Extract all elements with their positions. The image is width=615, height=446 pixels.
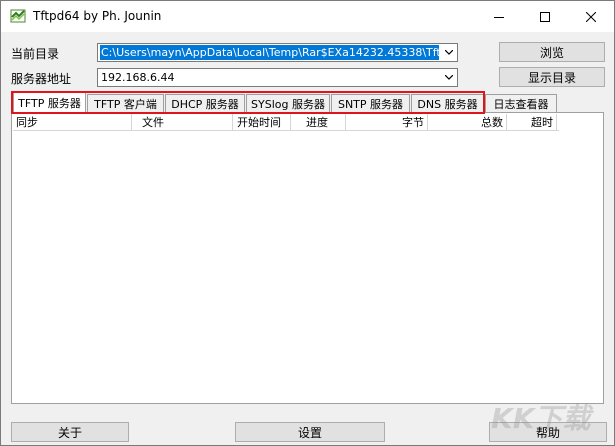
transfer-list[interactable]: 同步 文件 开始时间 进度 字节 总数 超时 [11,112,604,404]
current-dir-value: C:\Users\mayn\AppData\Local\Temp\Rar$EXa… [100,45,439,60]
column-header-start-time[interactable]: 开始时间 [233,114,291,131]
column-header-timeout[interactable]: 超时 [507,114,557,131]
list-header: 同步 文件 开始时间 进度 字节 总数 超时 [13,114,559,131]
close-button[interactable] [568,1,614,32]
dropdown-arrow-icon[interactable] [441,45,456,60]
help-button[interactable]: 帮助 [489,422,607,442]
tab-tftp-server[interactable]: TFTP 服务器 [13,91,86,113]
browse-button[interactable]: 浏览 [499,42,605,62]
maximize-button[interactable] [522,1,568,32]
show-dir-button[interactable]: 显示目录 [499,67,605,87]
app-icon [10,9,26,23]
window-title: Tftpd64 by Ph. Jounin [33,9,162,23]
about-button[interactable]: 关于 [11,422,129,442]
settings-button[interactable]: 设置 [235,422,385,442]
title-bar[interactable]: Tftpd64 by Ph. Jounin [1,1,614,32]
server-addr-value: 192.168.6.44 [101,71,175,84]
maximize-icon [540,11,550,22]
tab-log-viewer[interactable]: 日志查看器 [485,94,557,112]
tab-syslog-server[interactable]: SYSlog 服务器 [246,94,330,112]
app-window: Tftpd64 by Ph. Jounin 当前目录 C:\Users\mayn… [0,0,615,446]
column-header-total[interactable]: 总数 [428,114,507,131]
current-dir-combobox[interactable]: C:\Users\mayn\AppData\Local\Temp\Rar$EXa… [97,43,458,62]
column-header-file[interactable]: 文件 [132,114,233,131]
column-header-sync[interactable]: 同步 [13,114,132,131]
column-header-bytes[interactable]: 字节 [346,114,428,131]
column-header-progress[interactable]: 进度 [291,114,346,131]
tab-dns-server[interactable]: DNS 服务器 [411,94,484,112]
minimize-button[interactable] [476,1,522,32]
dropdown-arrow-icon[interactable] [441,70,456,85]
tab-sntp-server[interactable]: SNTP 服务器 [331,94,410,112]
close-icon [586,11,596,22]
server-addr-combobox[interactable]: 192.168.6.44 [97,68,458,87]
current-dir-label: 当前目录 [11,47,60,61]
minimize-icon [494,16,504,18]
tab-tftp-client[interactable]: TFTP 客户端 [87,94,164,112]
tab-dhcp-server[interactable]: DHCP 服务器 [165,94,245,112]
server-addr-label: 服务器地址 [11,72,72,86]
